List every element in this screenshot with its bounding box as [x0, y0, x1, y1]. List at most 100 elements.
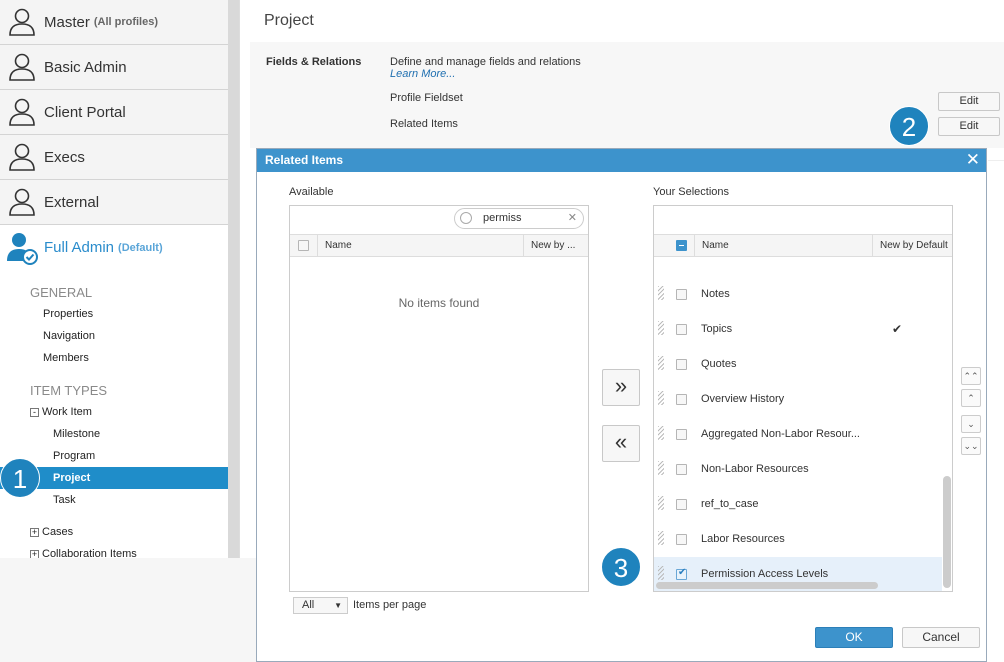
available-label: Available — [289, 186, 334, 198]
drag-handle-icon[interactable] — [658, 321, 664, 335]
profile-full-admin[interactable]: Full Admin (Default) — [0, 225, 228, 270]
selection-row[interactable]: Non-Labor Resources — [654, 452, 942, 487]
row-checkbox[interactable] — [676, 394, 687, 405]
search-icon — [460, 212, 472, 224]
selection-row[interactable]: ref_to_case — [654, 487, 942, 522]
drag-handle-icon[interactable] — [658, 426, 664, 440]
ok-button[interactable]: OK — [815, 627, 893, 648]
close-icon[interactable]: ✕ — [966, 150, 980, 170]
move-down-button[interactable]: ⌄ — [961, 415, 981, 433]
row-name: Notes — [701, 288, 730, 300]
profile-label: External — [44, 193, 100, 211]
row-checkbox[interactable] — [676, 499, 687, 510]
drag-handle-icon[interactable] — [658, 566, 664, 580]
profile-fieldset-label: Profile Fieldset — [390, 92, 463, 104]
nav-navigation[interactable]: Navigation — [43, 325, 95, 347]
profile-label: Client Portal — [44, 103, 126, 121]
expand-icon[interactable]: + — [30, 528, 39, 537]
drag-handle-icon[interactable] — [658, 391, 664, 405]
user-icon — [0, 7, 44, 37]
nav-program[interactable]: Program — [53, 445, 95, 467]
profile-item[interactable]: Execs — [0, 135, 228, 180]
user-icon — [0, 142, 44, 172]
drag-handle-icon[interactable] — [658, 356, 664, 370]
drag-handle-icon[interactable] — [658, 461, 664, 475]
col-new-by-default[interactable]: New by Default — [872, 235, 948, 256]
collapse-icon[interactable]: - — [30, 408, 39, 417]
cancel-button[interactable]: Cancel — [902, 627, 980, 648]
row-checkbox[interactable] — [676, 464, 687, 475]
search-input[interactable]: permiss ✕ — [454, 208, 584, 229]
row-name: Labor Resources — [701, 533, 785, 545]
chevron-down-icon: ▼ — [334, 601, 342, 610]
search-value: permiss — [483, 212, 522, 224]
row-checkbox[interactable] — [676, 359, 687, 370]
per-page-value: All — [302, 599, 315, 611]
step-badge-3: 3 — [601, 547, 641, 587]
background — [0, 558, 256, 662]
row-checkbox[interactable] — [676, 324, 687, 335]
row-name: Aggregated Non-Labor Resour... — [701, 428, 860, 440]
profile-sub: (All profiles) — [93, 16, 159, 28]
drag-handle-icon[interactable] — [658, 496, 664, 510]
profile-item[interactable]: Master (All profiles) — [0, 0, 228, 45]
drag-handle-icon[interactable] — [658, 531, 664, 545]
move-up-button[interactable]: ⌃ — [961, 389, 981, 407]
step-badge-1: 1 — [0, 458, 40, 498]
dialog-title: Related Items — [257, 149, 986, 172]
profile-sub: (Default) — [118, 241, 163, 254]
vertical-scrollbar[interactable] — [943, 476, 951, 588]
move-top-button[interactable]: ⌃⌃ — [961, 367, 981, 385]
profile-item[interactable]: External — [0, 180, 228, 225]
horizontal-scrollbar[interactable] — [656, 582, 878, 589]
col-name[interactable]: Name — [317, 235, 352, 256]
row-name: Quotes — [701, 358, 737, 370]
select-all-partial-checkbox[interactable] — [676, 240, 687, 251]
selection-row[interactable]: Aggregated Non-Labor Resour... — [654, 417, 942, 452]
selection-row[interactable]: Labor Resources — [654, 522, 942, 557]
remove-button[interactable]: « — [602, 425, 640, 462]
general-heading: GENERAL — [30, 285, 93, 300]
item-types-heading: ITEM TYPES — [30, 383, 108, 398]
edit-related-items-button[interactable]: Edit — [938, 117, 1000, 136]
nav-task[interactable]: Task — [53, 489, 76, 511]
sidebar-scrollbar[interactable] — [228, 0, 239, 558]
col-name[interactable]: Name — [694, 235, 729, 256]
selection-row[interactable]: Notes — [654, 277, 942, 312]
move-bottom-button[interactable]: ⌄⌄ — [961, 437, 981, 455]
nav-milestone[interactable]: Milestone — [53, 423, 100, 445]
row-name: ref_to_case — [701, 498, 759, 510]
related-items-label: Related Items — [390, 118, 458, 130]
select-all-checkbox[interactable] — [298, 240, 309, 251]
row-checkbox[interactable]: ✔ — [676, 567, 687, 580]
nav-cases[interactable]: + Cases — [30, 521, 73, 543]
col-new-by-default[interactable]: New by ... — [523, 235, 575, 256]
nav-members[interactable]: Members — [43, 347, 89, 369]
selections-label: Your Selections — [653, 186, 730, 198]
section-label: Fields & Relations — [266, 56, 362, 68]
nav-work-item[interactable]: - Work Item — [30, 401, 92, 423]
selections-list: Name New by Default DiscussionsNotesTopi… — [653, 205, 953, 592]
work-item-label: Work Item — [42, 406, 92, 418]
selection-row[interactable]: Quotes — [654, 347, 942, 382]
profile-item[interactable]: Basic Admin — [0, 45, 228, 90]
edit-fieldset-button[interactable]: Edit — [938, 92, 1000, 111]
selection-row[interactable]: Overview History — [654, 382, 942, 417]
per-page-select[interactable]: All ▼ — [293, 597, 348, 614]
row-checkbox[interactable] — [676, 429, 687, 440]
row-name: Permission Access Levels — [701, 568, 829, 580]
drag-handle-icon[interactable] — [658, 286, 664, 300]
profile-label: Basic Admin — [44, 58, 127, 76]
section-desc: Define and manage fields and relations — [390, 56, 581, 68]
row-name: Topics — [701, 323, 733, 335]
learn-more-link[interactable]: Learn More... — [390, 68, 455, 80]
nav-properties[interactable]: Properties — [43, 303, 93, 325]
profile-item[interactable]: Client Portal — [0, 90, 228, 135]
clear-search-icon[interactable]: ✕ — [568, 211, 577, 224]
profile-label: Execs — [44, 148, 85, 166]
row-checkbox[interactable] — [676, 534, 687, 545]
admin-user-icon — [0, 231, 44, 265]
add-button[interactable]: » — [602, 369, 640, 406]
selection-row[interactable]: Topics ✔ — [654, 312, 942, 347]
row-checkbox[interactable] — [676, 289, 687, 300]
